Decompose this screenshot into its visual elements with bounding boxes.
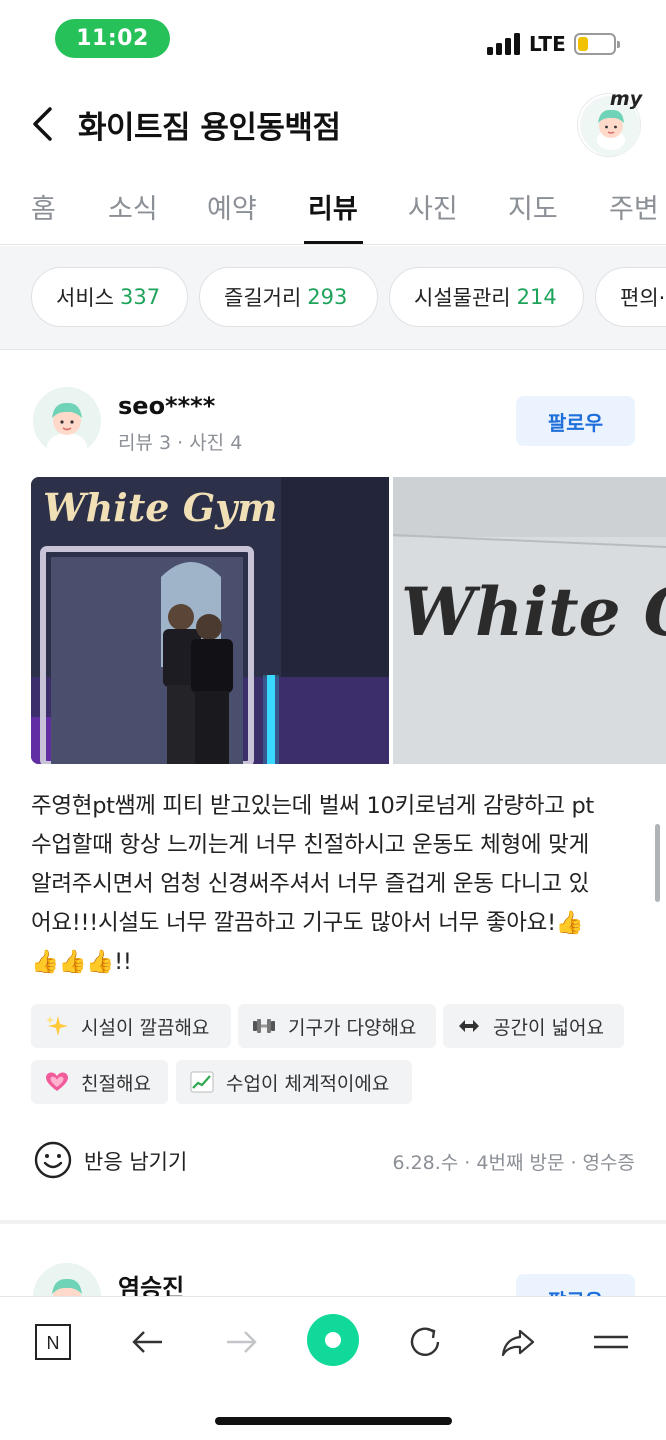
- tab-news[interactable]: 소식: [108, 187, 158, 226]
- naver-home-icon: N: [35, 1324, 71, 1360]
- naver-home-button[interactable]: N: [28, 1317, 78, 1367]
- menu-button[interactable]: [586, 1317, 636, 1367]
- heart-icon: [45, 1070, 69, 1094]
- tag-label: 시설이 깔끔해요: [81, 1016, 210, 1039]
- status-bar: 11:02 LTE: [0, 0, 666, 80]
- chip-label: 즐길거리: [224, 286, 302, 310]
- avatar-face-icon: [33, 387, 101, 455]
- review-text: 주영현pt쌤께 피티 받고있는데 벌써 10키로넘게 감량하고 pt 수업할때 …: [31, 787, 631, 982]
- arrow-right-icon: [227, 1331, 257, 1353]
- reviewer-avatar[interactable]: [33, 387, 101, 455]
- review-card: seo**** 리뷰 3 · 사진 4 팔로우 White Gym White …: [0, 350, 666, 1220]
- chip-facility[interactable]: 시설물관리 214: [389, 267, 584, 327]
- my-badge: my: [609, 88, 643, 110]
- chip-count: 293: [307, 285, 348, 309]
- tag-kind: 친절해요: [31, 1060, 168, 1104]
- chip-convenience[interactable]: 편의·: [595, 267, 666, 327]
- visit-meta: 6.28.수 · 4번째 방문 · 영수증: [392, 1152, 635, 1174]
- tab-home[interactable]: 홈: [31, 187, 56, 226]
- chip-count: 214: [516, 285, 557, 309]
- tab-booking[interactable]: 예약: [207, 187, 257, 226]
- tag-label: 기구가 다양해요: [288, 1016, 417, 1039]
- review-text-line: 주영현pt쌤께 피티 받고있는데 벌써 10키로넘게 감량하고 pt: [31, 793, 594, 819]
- share-arrow-icon: [501, 1329, 535, 1357]
- leave-reaction-button[interactable]: 반응 남기기: [84, 1146, 187, 1176]
- tab-photos[interactable]: 사진: [408, 187, 458, 226]
- battery-icon: [574, 33, 620, 55]
- smiley-icon[interactable]: [33, 1140, 73, 1180]
- photo-sign-text: White Gym: [43, 485, 277, 530]
- gym-wall-sign-photo: White Gy: [393, 477, 666, 764]
- chip-label: 편의·: [620, 286, 666, 310]
- signal-strength-icon: [487, 33, 521, 55]
- forward-button[interactable]: [216, 1317, 266, 1367]
- chip-count: 337: [119, 285, 161, 309]
- chip-label: 시설물관리: [414, 286, 511, 310]
- arrow-left-icon: [132, 1331, 162, 1353]
- tag-spacious: 공간이 넓어요: [443, 1004, 624, 1048]
- chart-up-icon: [190, 1070, 214, 1094]
- chip-service[interactable]: 서비스 337: [31, 267, 188, 327]
- review-photo-1[interactable]: White Gym: [31, 477, 389, 764]
- tab-map[interactable]: 지도: [508, 187, 558, 226]
- follow-button[interactable]: 팔로우: [516, 396, 635, 446]
- hamburger-menu-icon: [594, 1335, 628, 1349]
- status-time: 11:02: [55, 19, 170, 58]
- green-dot-icon: [307, 1314, 359, 1366]
- dumbbell-icon: [252, 1014, 276, 1038]
- review-divider: [0, 1220, 666, 1224]
- back-button[interactable]: [123, 1317, 173, 1367]
- photo-sign-text: White Gy: [401, 573, 666, 651]
- back-arrow-icon[interactable]: [30, 104, 56, 144]
- tag-label: 공간이 넓어요: [493, 1016, 604, 1039]
- review-text-line: 알려주시면서 엄청 신경써주셔서 너무 즐겁게 운동 다니고 있: [31, 871, 589, 897]
- place-title: 화이트짐 용인동백점: [78, 110, 341, 146]
- tag-various-equipment: 기구가 다양해요: [238, 1004, 436, 1048]
- chip-label: 서비스: [56, 286, 114, 310]
- scrollbar-thumb[interactable]: [655, 824, 660, 902]
- home-letter: N: [47, 1333, 60, 1353]
- chip-activities[interactable]: 즐길거리 293: [199, 267, 378, 327]
- review-photo-carousel[interactable]: White Gym White Gy: [31, 477, 666, 764]
- green-dot-button[interactable]: [306, 1313, 360, 1367]
- active-tab-indicator: [304, 241, 363, 244]
- header: 화이트짐 용인동백점 my: [0, 80, 666, 170]
- reviewer-name[interactable]: seo****: [118, 392, 215, 420]
- share-button[interactable]: [493, 1317, 543, 1367]
- left-right-arrow-icon: [457, 1014, 481, 1038]
- review-text-line: 어요!!!시설도 너무 깔끔하고 기구도 많아서 너무 좋아요!👍: [31, 910, 584, 936]
- tag-label: 친절해요: [81, 1072, 151, 1095]
- tab-bar: 홈 소식 예약 리뷰 사진 지도 주변: [0, 170, 666, 245]
- keyword-filter-bar: 서비스 337 즐길거리 293 시설물관리 214 편의·: [0, 246, 666, 350]
- network-label: LTE: [529, 32, 566, 56]
- reviewer-stats: 리뷰 3 · 사진 4: [118, 432, 243, 454]
- review-text-line: 👍👍👍!!: [31, 949, 132, 975]
- home-indicator: [215, 1417, 452, 1425]
- tag-clean-facility: 시설이 깔끔해요: [31, 1004, 231, 1048]
- refresh-button[interactable]: [400, 1317, 450, 1367]
- sparkles-icon: [45, 1014, 69, 1038]
- review-photo-2[interactable]: White Gy: [393, 477, 666, 764]
- gym-mirror-photo: White Gym: [31, 477, 389, 764]
- tab-nearby[interactable]: 주변: [609, 187, 659, 226]
- tag-systematic-class: 수업이 체계적이에요: [176, 1060, 412, 1104]
- tag-label: 수업이 체계적이에요: [226, 1072, 390, 1095]
- tab-reviews[interactable]: 리뷰: [308, 187, 358, 226]
- review-text-line: 수업할때 항상 느끼는게 너무 친절하시고 운동도 체형에 맞게: [31, 832, 589, 858]
- refresh-icon: [410, 1327, 440, 1356]
